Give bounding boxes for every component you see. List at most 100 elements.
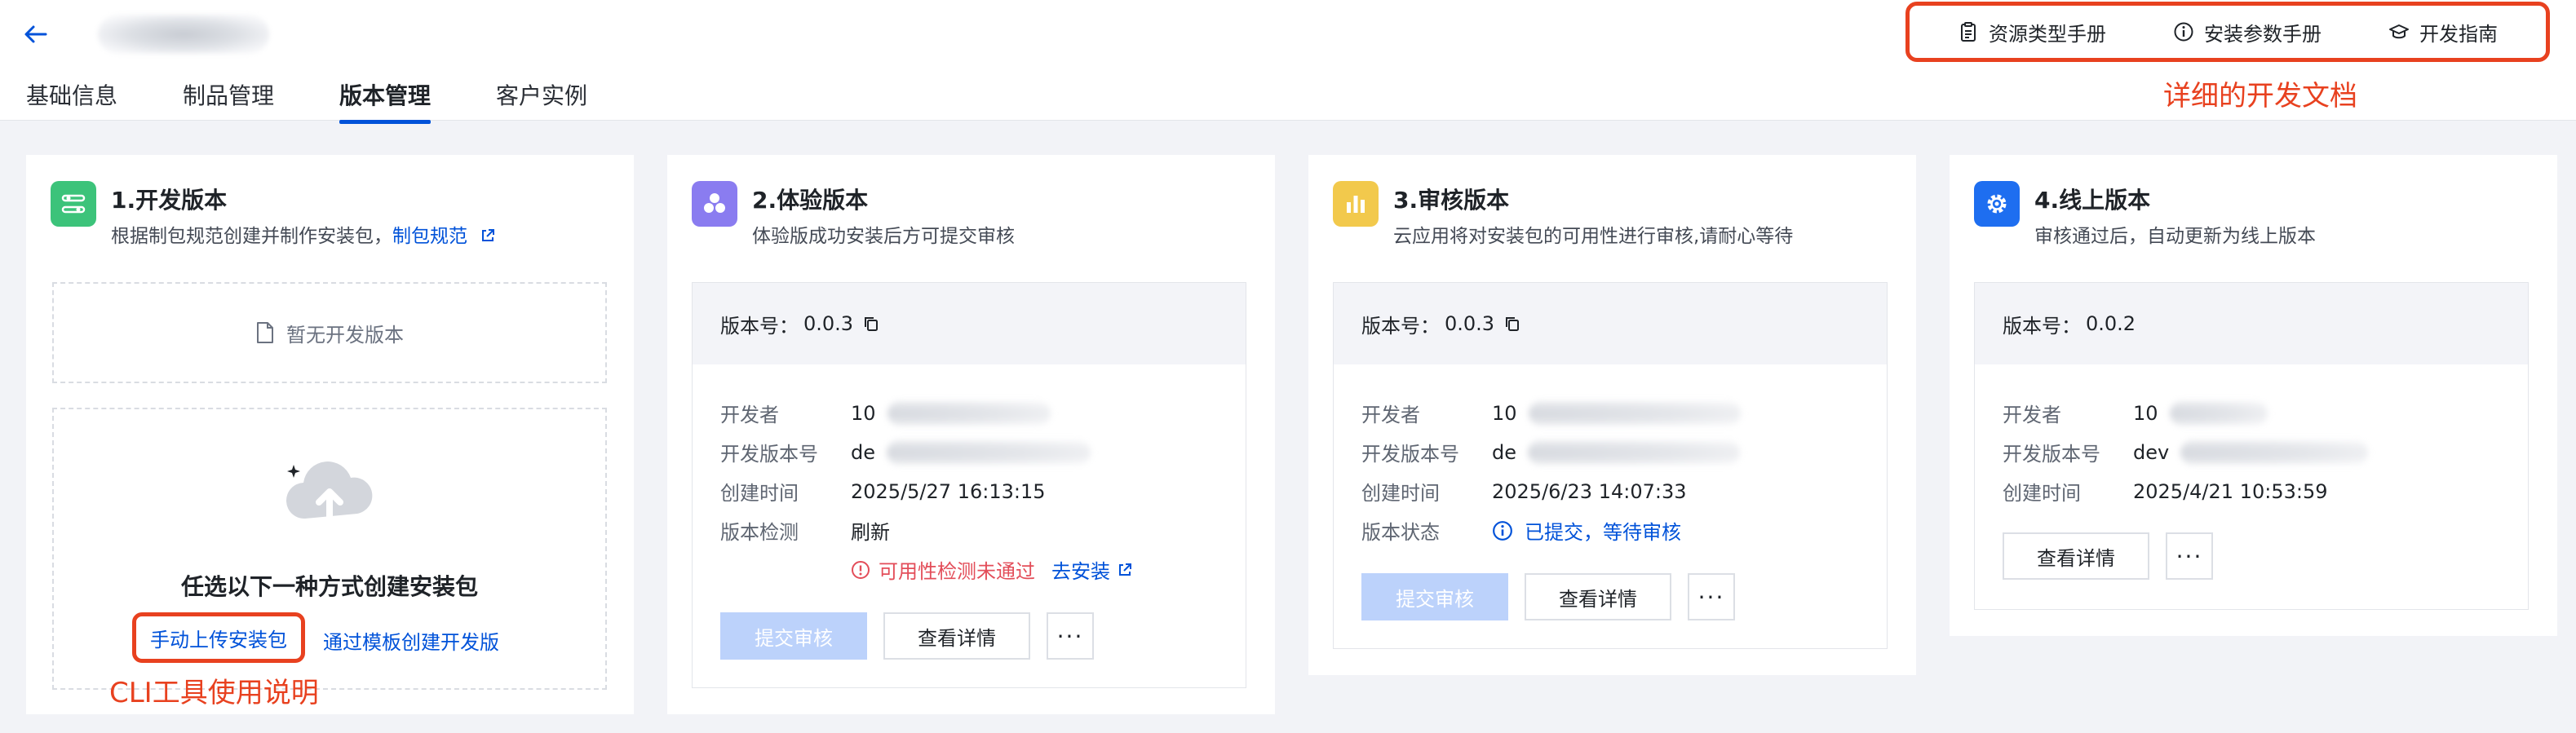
view-details-button[interactable]: 查看详情 (883, 612, 1030, 660)
blurred-app-name (98, 15, 269, 54)
check-result-row: 可用性检测未通过 去安装 (851, 555, 1133, 584)
blurred-value (887, 400, 1051, 426)
info-circle-icon (2174, 22, 2193, 42)
dev-version-row: 开发版本号 dev (2003, 438, 2369, 466)
copy-icon[interactable] (1504, 316, 1520, 332)
developer-row: 开发者 10 (720, 399, 1051, 427)
tab-version-management[interactable]: 版本管理 (339, 78, 432, 124)
created-time-value: 2025/4/21 10:53:59 (2133, 479, 2328, 503)
card-description: 审核通过后，自动更新为线上版本 (2034, 226, 2316, 247)
version-number: 0.0.3 (1445, 312, 1495, 335)
template-create-link[interactable]: 通过模板创建开发版 (323, 626, 499, 655)
trial-version-icon (692, 181, 737, 227)
card-review-version: 3.审核版本 云应用将对安装包的可用性进行审核,请耐心等待 版本号： 0.0.3… (1308, 155, 1916, 675)
card-title: 1.开发版本 (111, 187, 228, 214)
clipboard-icon (1961, 22, 1976, 42)
created-time-row: 创建时间 2025/4/21 10:53:59 (2003, 479, 2328, 506)
doc-link-label: 资源类型手册 (1989, 22, 2106, 46)
create-options-title: 任选以下一种方式创建安装包 (180, 573, 478, 600)
card-title: 2.体验版本 (752, 187, 869, 214)
created-time-value: 2025/5/27 16:13:15 (851, 479, 1046, 503)
version-label: 版本号： (2003, 314, 2081, 338)
blurred-value (2180, 439, 2369, 465)
doc-link-label: 安装参数手册 (2204, 22, 2321, 46)
developer-value: 10 (2133, 401, 2158, 425)
card-title: 3.审核版本 (1393, 187, 1510, 214)
error-circle-icon (852, 560, 870, 579)
card-dev-version: 1.开发版本 根据制包规范创建并制作安装包，制包规范 暂无开发版本 任选以下一种… (26, 155, 634, 714)
created-time-row: 创建时间 2025/5/27 16:13:15 (720, 479, 1046, 506)
dev-version-row: 开发版本号 de (720, 438, 1091, 466)
refresh-link[interactable]: 刷新 (851, 516, 890, 545)
more-actions-button[interactable]: ··· (1688, 573, 1735, 620)
doc-link-install-params[interactable]: 安装参数手册 (2173, 18, 2321, 46)
dev-version-value: de (851, 440, 875, 464)
view-details-button[interactable]: 查看详情 (1525, 573, 1671, 620)
go-install-link[interactable]: 去安装 (1051, 555, 1110, 584)
empty-text: 暂无开发版本 (286, 323, 404, 347)
version-check-row: 版本检测 刷新 (720, 516, 890, 545)
packaging-spec-link[interactable]: 制包规范 (392, 226, 467, 247)
blurred-value (887, 439, 1091, 465)
doc-link-resource-types[interactable]: 资源类型手册 (1958, 18, 2106, 46)
created-time-value: 2025/6/23 14:07:33 (1492, 479, 1687, 503)
copy-icon[interactable] (863, 316, 879, 332)
developer-value: 10 (851, 401, 876, 425)
blurred-value (1528, 439, 1740, 465)
card-description: 体验版成功安装后方可提交审核 (752, 226, 1015, 247)
review-version-panel: 版本号： 0.0.3 开发者 10 开发版本号 de 创建时间 2025/6/2… (1333, 282, 1888, 649)
version-label: 版本号： (720, 314, 799, 338)
card-online-version: 4.线上版本 审核通过后，自动更新为线上版本 版本号： 0.0.2 开发者 10… (1950, 155, 2557, 636)
tab-customer-instances[interactable]: 客户实例 (496, 78, 587, 121)
doc-link-label: 开发指南 (2419, 22, 2498, 46)
graduation-cap-icon (2389, 24, 2409, 39)
version-header: 版本号： 0.0.2 (1975, 283, 2528, 364)
top-bar: 基础信息 制品管理 版本管理 客户实例 资源类型手册 安装参数手册 开发指南 详… (0, 0, 2576, 124)
developer-row: 开发者 10 (1361, 399, 1741, 427)
developer-row: 开发者 10 (2003, 399, 2268, 427)
blurred-value (2169, 400, 2268, 426)
dev-version-row: 开发版本号 de (1361, 438, 1740, 466)
version-header: 版本号： 0.0.3 (693, 283, 1246, 364)
card-description: 根据制包规范创建并制作安装包，制包规范 (111, 220, 496, 248)
created-time-row: 创建时间 2025/6/23 14:07:33 (1361, 479, 1687, 506)
empty-dev-version-box: 暂无开发版本 (52, 282, 607, 383)
tab-artifact-management[interactable]: 制品管理 (183, 78, 274, 121)
more-actions-button[interactable]: ··· (2166, 532, 2213, 580)
back-arrow-icon[interactable] (20, 18, 52, 51)
view-details-button[interactable]: 查看详情 (2003, 532, 2149, 580)
version-status-row: 版本状态 已提交，等待审核 (1361, 516, 1681, 545)
tab-basic-info[interactable]: 基础信息 (26, 78, 117, 121)
card-trial-version: 2.体验版本 体验版成功安装后方可提交审核 版本号： 0.0.3 开发者 10 … (667, 155, 1275, 714)
online-version-icon (1974, 181, 2020, 227)
card-description: 云应用将对安装包的可用性进行审核,请耐心等待 (1393, 226, 1794, 247)
dev-version-icon (51, 181, 96, 227)
manual-upload-button[interactable]: 手动上传安装包 (132, 612, 305, 663)
online-version-panel: 版本号： 0.0.2 开发者 10 开发版本号 dev 创建时间 2025/4/… (1974, 282, 2529, 610)
developer-value: 10 (1492, 401, 1517, 425)
external-link-icon (482, 229, 495, 241)
version-number: 0.0.3 (803, 312, 854, 335)
external-link-icon (1119, 563, 1131, 576)
cli-annotation: CLI工具使用说明 (109, 677, 319, 709)
tab-bar: 基础信息 制品管理 版本管理 客户实例 (26, 78, 587, 124)
card-title: 4.线上版本 (2034, 187, 2151, 214)
cloud-upload-icon (285, 461, 373, 523)
info-circle-icon (1493, 520, 1512, 541)
version-label: 版本号： (1361, 314, 1440, 338)
desc-text: 根据制包规范创建并制作安装包， (111, 226, 392, 247)
submit-review-button[interactable]: 提交审核 (1361, 573, 1508, 620)
blurred-value (1528, 400, 1741, 426)
doc-annotation: 详细的开发文档 (2163, 80, 2357, 113)
submit-review-button[interactable]: 提交审核 (720, 612, 867, 660)
doc-link-dev-guide[interactable]: 开发指南 (2388, 18, 2498, 46)
dev-version-value: de (1492, 440, 1516, 464)
version-number: 0.0.2 (2086, 312, 2136, 335)
doc-links-highlight: 资源类型手册 安装参数手册 开发指南 (1905, 2, 2550, 62)
more-actions-button[interactable]: ··· (1047, 612, 1094, 660)
trial-version-panel: 版本号： 0.0.3 开发者 10 开发版本号 de 创建时间 2025/5/2… (692, 282, 1246, 688)
version-header: 版本号： 0.0.3 (1334, 283, 1887, 364)
review-version-icon (1333, 181, 1379, 227)
file-icon (257, 322, 273, 343)
dev-version-value: dev (2133, 440, 2170, 464)
